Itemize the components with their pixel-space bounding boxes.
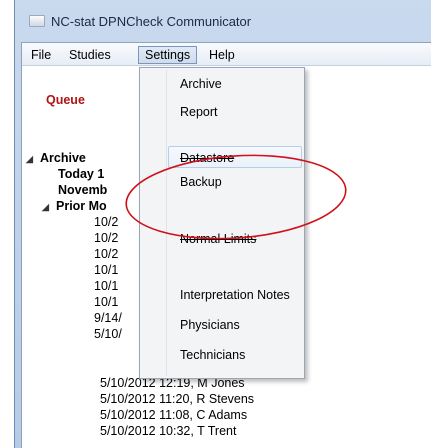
menu-item-backup[interactable]: Backup bbox=[180, 175, 222, 189]
window-title: NC-stat DPNCheck Communicator bbox=[51, 14, 252, 29]
list-item[interactable]: 5/10/2012 11:20, R Stevens bbox=[100, 392, 254, 406]
tree-item-archive[interactable]: ◢ Archive bbox=[26, 151, 86, 165]
menu-studies[interactable]: Studies bbox=[62, 46, 118, 64]
menu-bar: File Studies Settings Help bbox=[22, 43, 431, 66]
tree-item-prior-label: Prior Mo bbox=[56, 199, 107, 213]
list-item[interactable]: 10/1 bbox=[94, 263, 118, 277]
list-item[interactable]: 5/10/2012 10:32, T Trent bbox=[100, 424, 236, 438]
menu-item-report[interactable]: Report bbox=[180, 105, 218, 119]
menu-file[interactable]: File bbox=[24, 46, 58, 64]
list-item[interactable]: 10/1 bbox=[94, 295, 118, 309]
menu-item-interpretation-notes[interactable]: Interpretation Notes bbox=[180, 288, 290, 302]
list-item[interactable]: 10/2 bbox=[94, 247, 118, 261]
app-window-icon bbox=[29, 15, 45, 27]
menu-item-archive[interactable]: Archive bbox=[180, 77, 222, 91]
tree-item-queue[interactable]: Queue bbox=[46, 93, 85, 107]
list-item[interactable]: 5/10/ bbox=[94, 327, 122, 341]
list-item[interactable]: 9/14/ bbox=[94, 311, 122, 325]
list-item[interactable]: 5/10/2012 11:08, C Adams bbox=[100, 408, 247, 422]
tree-item-november[interactable]: Novemb bbox=[58, 183, 107, 197]
study-tree: Queue ◢ Archive Today 1 Novemb ◢ Prior Mo … bbox=[22, 67, 147, 448]
application-window: NC-stat DPNCheck Communicator File Studi… bbox=[14, 0, 431, 448]
menu-settings[interactable]: Settings bbox=[138, 46, 198, 64]
settings-dropdown-menu: Archive Report Datastore Backup Normal L… bbox=[139, 67, 305, 379]
expand-triangle-icon[interactable]: ◢ bbox=[26, 154, 36, 165]
menu-help[interactable]: Help bbox=[202, 46, 242, 64]
list-item[interactable]: 10/2 bbox=[94, 231, 118, 245]
list-item[interactable]: 10/1 bbox=[94, 279, 118, 293]
tree-item-prior-months[interactable]: ◢ Prior Mo bbox=[42, 199, 107, 213]
list-item[interactable]: 10/2 bbox=[94, 215, 118, 229]
menu-item-normal-limits[interactable]: Normal Limits bbox=[180, 232, 256, 246]
menu-gutter-divider bbox=[166, 70, 167, 376]
client-area: File Studies Settings Help Queue ◢ Archiv… bbox=[21, 42, 431, 448]
menu-item-physicians[interactable]: Physicians bbox=[180, 318, 240, 332]
expand-triangle-icon[interactable]: ◢ bbox=[42, 202, 52, 213]
tree-item-archive-label: Archive bbox=[40, 151, 86, 165]
tree-item-today[interactable]: Today 1 bbox=[58, 167, 104, 181]
menu-item-datastore[interactable]: Datastore bbox=[180, 151, 234, 165]
menu-item-technicians[interactable]: Technicians bbox=[180, 348, 245, 362]
title-bar[interactable]: NC-stat DPNCheck Communicator bbox=[15, 0, 431, 42]
